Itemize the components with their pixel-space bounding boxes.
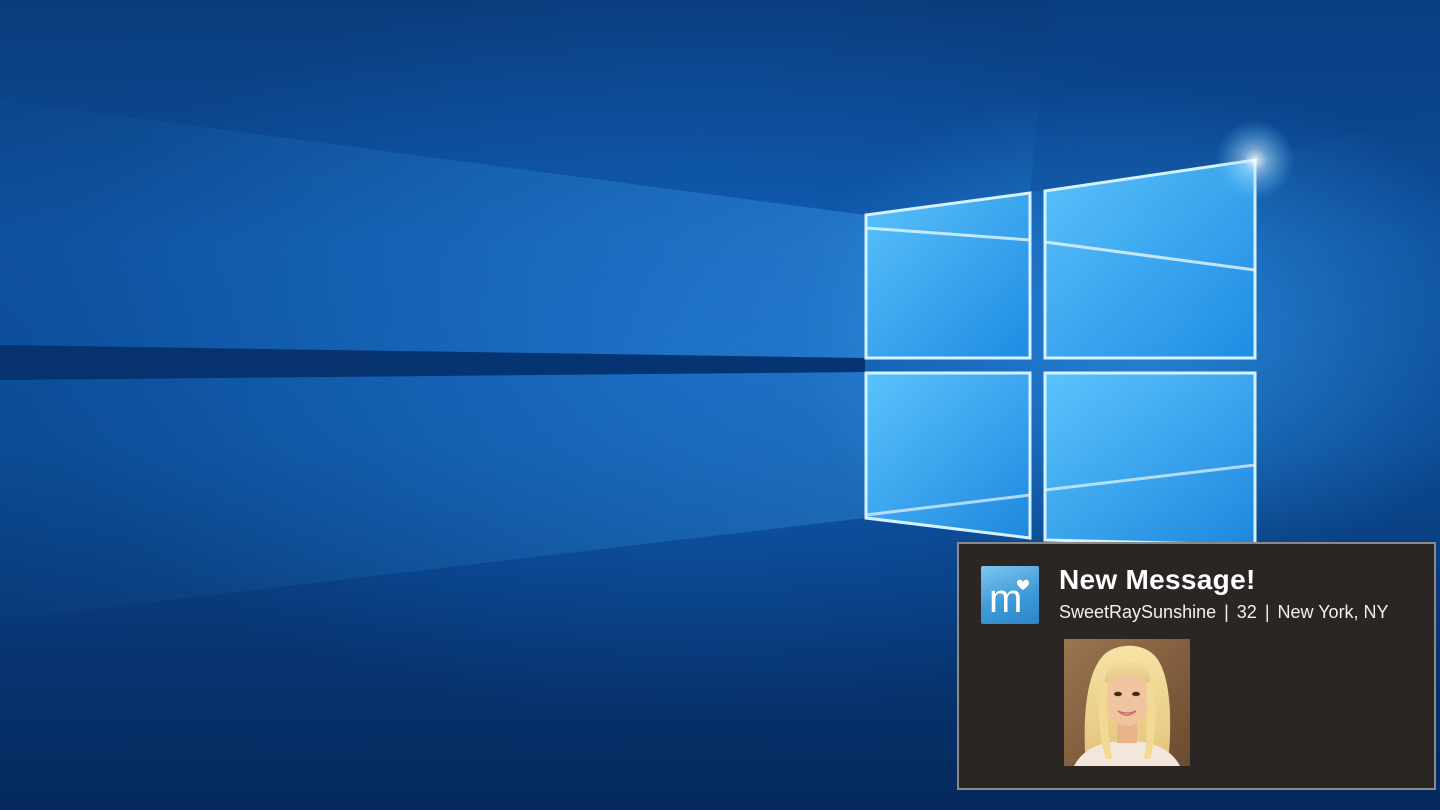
sender-username: SweetRaySunshine: [1059, 602, 1217, 622]
window-pane-bottom-right: [1043, 371, 1257, 547]
desktop: m New Message! SweetRaySunshine | 32 | New Y…: [0, 0, 1440, 810]
window-pane-top-left: [864, 191, 1032, 360]
separator: |: [1264, 602, 1270, 622]
window-pane-top-right: [1043, 158, 1257, 360]
light-beam-upper: [0, 100, 865, 358]
sender-age: 32: [1236, 602, 1257, 622]
notification-title: New Message!: [1059, 564, 1256, 595]
sender-details: SweetRaySunshine | 32 | New York, NY: [1059, 602, 1389, 623]
new-message-notification[interactable]: m New Message! SweetRaySunshine | 32 | New Y…: [957, 542, 1436, 790]
light-beam-lower: [0, 372, 865, 620]
match-app-icon: m: [981, 566, 1039, 624]
separator: |: [1224, 602, 1229, 622]
sender-profile-photo[interactable]: [1064, 639, 1190, 766]
sender-location: New York, NY: [1277, 602, 1389, 622]
